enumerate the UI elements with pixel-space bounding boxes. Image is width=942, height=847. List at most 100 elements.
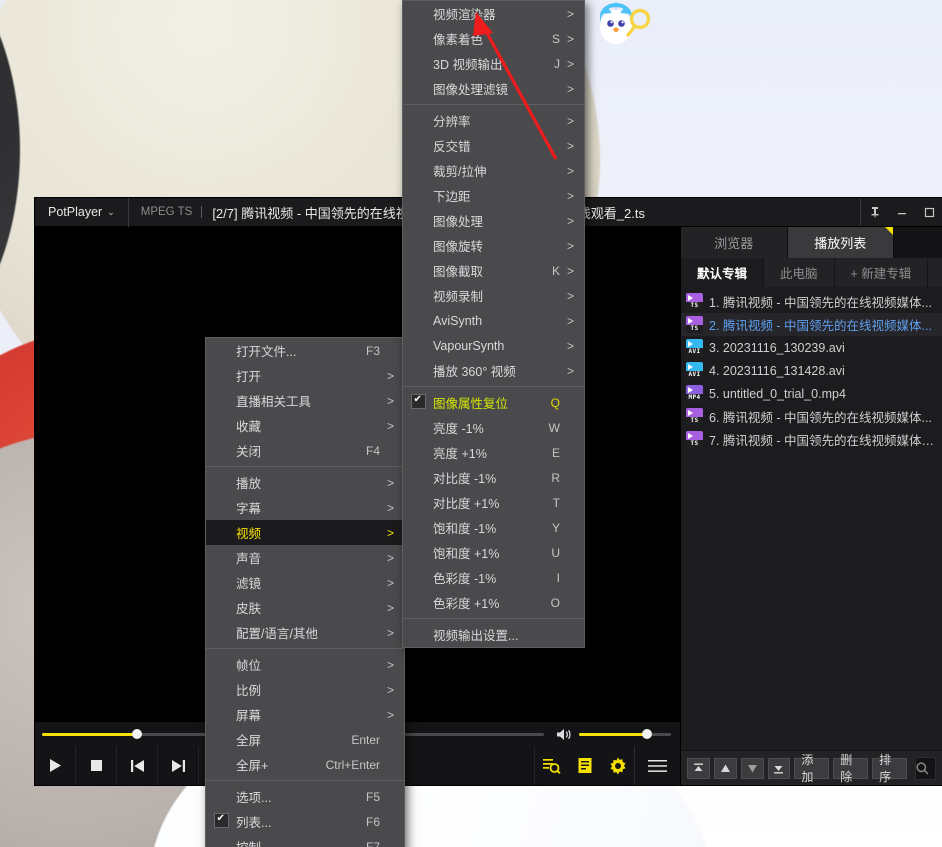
menu-item[interactable]: 屏幕 > xyxy=(206,702,404,727)
menu-item[interactable]: 视频渲染器 > xyxy=(403,1,584,26)
move-to-top-icon[interactable] xyxy=(687,757,710,779)
menu-item[interactable]: 播放 360° 视频 > xyxy=(403,358,584,383)
settings-button[interactable] xyxy=(601,746,634,785)
menu-item[interactable]: 图像处理 > xyxy=(403,208,584,233)
playlist-album-0[interactable]: 默认专辑 xyxy=(681,258,765,287)
maximize-icon[interactable] xyxy=(915,198,942,227)
move-down-icon[interactable] xyxy=(740,757,764,779)
menu-item[interactable]: 分辨率 > xyxy=(403,108,584,133)
menu-item[interactable]: 色彩度 +1% O xyxy=(403,590,584,615)
move-up-icon[interactable] xyxy=(713,757,737,779)
playlist-item[interactable]: AVI 4. 20231116_131428.avi xyxy=(681,359,942,382)
volume-track[interactable] xyxy=(579,729,671,739)
menu-item[interactable]: AviSynth > xyxy=(403,308,584,333)
next-button[interactable] xyxy=(158,746,199,785)
menu-item[interactable]: 打开文件... F3 xyxy=(206,338,404,363)
menu-separator xyxy=(403,618,584,619)
menu-item-label: 视频渲染器 xyxy=(433,8,496,22)
menu-item[interactable]: 视频录制 > xyxy=(403,283,584,308)
menu-item-label: 对比度 +1% xyxy=(433,497,500,511)
menu-item[interactable]: 帧位 > xyxy=(206,652,404,677)
menu-item[interactable]: 字幕 > xyxy=(206,495,404,520)
menu-item-accelerator: T xyxy=(552,495,560,510)
submenu-arrow-icon: > xyxy=(566,163,574,178)
menu-item[interactable]: 饱和度 -1% Y xyxy=(403,515,584,540)
delete-button[interactable]: 删除 xyxy=(833,753,869,784)
menu-item[interactable]: 比例 > xyxy=(206,677,404,702)
submenu-arrow-icon: > xyxy=(566,213,574,228)
menu-item[interactable]: 视频 > xyxy=(206,520,404,545)
minimize-icon[interactable] xyxy=(888,198,915,227)
menu-item[interactable]: 反交错 > xyxy=(403,133,584,158)
menu-item[interactable]: 裁剪/拉伸 > xyxy=(403,158,584,183)
playlist-item[interactable]: AVI 3. 20231116_130239.avi xyxy=(681,336,942,359)
menu-item[interactable]: 全屏 Enter xyxy=(206,727,404,752)
submenu-arrow-icon: > xyxy=(386,550,394,565)
pin-icon[interactable] xyxy=(861,198,888,227)
playlist-item[interactable]: TS 6. 腾讯视频 - 中国领先的在线视频媒体... xyxy=(681,405,942,428)
menu-item[interactable]: VapourSynth > xyxy=(403,333,584,358)
volume-control[interactable] xyxy=(551,728,680,741)
menu-item-accelerator: K xyxy=(551,263,560,278)
playlist-tab-1[interactable]: 播放列表 xyxy=(787,227,894,258)
menu-item[interactable]: 对比度 -1% R xyxy=(403,465,584,490)
playlist-albums: 默认专辑 此电脑 + 新建专辑 xyxy=(681,258,942,287)
menu-item[interactable]: 饱和度 +1% U xyxy=(403,540,584,565)
add-button[interactable]: 添加 xyxy=(794,753,830,784)
menu-item[interactable]: 像素着色 S > xyxy=(403,26,584,51)
menu-item[interactable]: 图像处理滤镜 > xyxy=(403,76,584,101)
menu-item[interactable]: 控制... F7 xyxy=(206,834,404,847)
menu-item[interactable]: 列表... F6 xyxy=(206,809,404,834)
menu-item[interactable]: 亮度 -1% W xyxy=(403,415,584,440)
menu-item[interactable]: 全屏+ Ctrl+Enter xyxy=(206,752,404,777)
menu-item[interactable]: 视频输出设置... xyxy=(403,622,584,647)
volume-knob[interactable] xyxy=(642,729,653,739)
menu-item[interactable]: 选项... F5 xyxy=(206,784,404,809)
menu-item[interactable]: 色彩度 -1% I xyxy=(403,565,584,590)
stop-button[interactable] xyxy=(76,746,117,785)
menu-item[interactable]: 图像截取 K > xyxy=(403,258,584,283)
menu-item-accelerator: O xyxy=(550,595,560,610)
potplayer-brand-menu[interactable]: PotPlayer ⌄ xyxy=(35,198,128,226)
menu-item[interactable]: 图像旋转 > xyxy=(403,233,584,258)
playlist-tab-0[interactable]: 浏览器 xyxy=(681,227,788,258)
seek-knob[interactable] xyxy=(132,729,143,739)
menu-item[interactable]: 皮肤 > xyxy=(206,595,404,620)
menu-item[interactable]: 图像属性复位 Q xyxy=(403,390,584,415)
menu-item[interactable]: 声音 > xyxy=(206,545,404,570)
playlist-search-input[interactable] xyxy=(914,756,936,780)
menu-item[interactable]: 对比度 +1% T xyxy=(403,490,584,515)
menu-item[interactable]: 下边距 > xyxy=(403,183,584,208)
playlist-tabs: 浏览器 播放列表 xyxy=(681,227,942,258)
playlist-button[interactable] xyxy=(568,746,601,785)
menu-item[interactable]: 关闭 F4 xyxy=(206,438,404,463)
play-button[interactable] xyxy=(35,746,76,785)
menu-item[interactable]: 收藏 > xyxy=(206,413,404,438)
menu-item-accelerator: F6 xyxy=(365,814,380,829)
playlist-item[interactable]: TS 7. 腾讯视频 - 中国领先的在线视频媒体平台 xyxy=(681,428,942,451)
playlist-album-2[interactable]: + 新建专辑 xyxy=(835,258,929,287)
speaker-icon[interactable] xyxy=(556,728,572,741)
menu-item[interactable]: 滤镜 > xyxy=(206,570,404,595)
menu-item[interactable]: 直播相关工具 > xyxy=(206,388,404,413)
codec-label: MPEG TS xyxy=(140,206,193,218)
previous-button[interactable] xyxy=(117,746,158,785)
video-submenu[interactable]: 视频渲染器 > 像素着色 S >3D 视频输出 J > 图像处理滤镜 > 分辨率 > 反交错 > 裁剪/拉… xyxy=(402,0,585,648)
sort-button[interactable]: 排序 xyxy=(872,753,907,784)
menu-item[interactable]: 亮度 +1% E xyxy=(403,440,584,465)
search-list-button[interactable] xyxy=(535,746,568,785)
playlist-item[interactable]: TS 1. 腾讯视频 - 中国领先的在线视频媒体... xyxy=(681,290,942,313)
main-context-menu[interactable]: 打开文件... F3 打开 > 直播相关工具 > 收藏 > 关闭 F4 播放 > 字幕 > 视频 > 声音 > 滤镜… xyxy=(205,337,405,847)
menu-item[interactable]: 播放 > xyxy=(206,470,404,495)
move-to-bottom-icon[interactable] xyxy=(767,757,791,779)
file-type-ts-icon: TS xyxy=(686,408,703,425)
file-type-ts-icon: TS xyxy=(686,316,703,333)
menu-item[interactable]: 打开 > xyxy=(206,363,404,388)
playlist-item[interactable]: MP4 5. untitled_0_trial_0.mp4 xyxy=(681,382,942,405)
playlist-item[interactable]: TS 2. 腾讯视频 - 中国领先的在线视频媒体... xyxy=(681,313,942,336)
playlist-album-1[interactable]: 此电脑 xyxy=(764,258,835,287)
hamburger-menu-icon[interactable] xyxy=(634,746,680,785)
menu-item[interactable]: 配置/语言/其他 > xyxy=(206,620,404,645)
menu-item[interactable]: 3D 视频输出 J > xyxy=(403,51,584,76)
file-type-avi-icon: AVI xyxy=(686,362,703,379)
